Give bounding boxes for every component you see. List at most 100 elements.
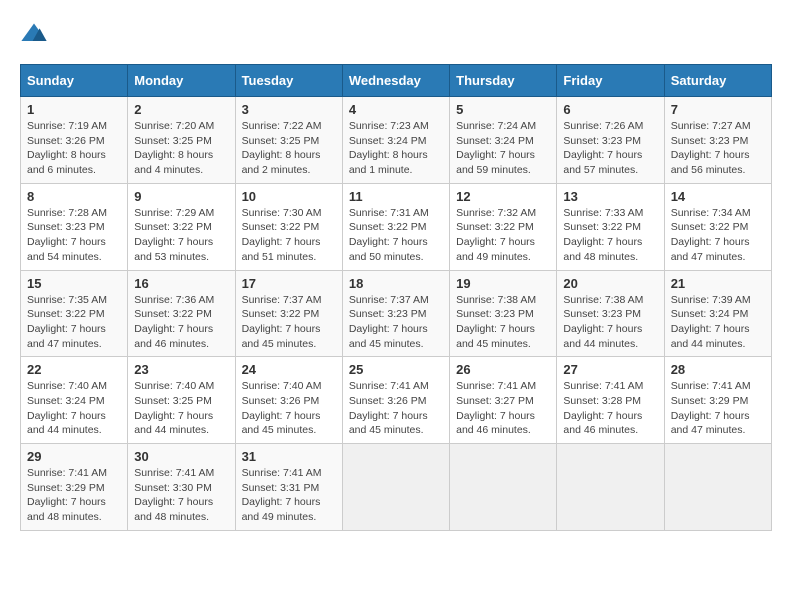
calendar-week-3: 15 Sunrise: 7:35 AM Sunset: 3:22 PM Dayli… (21, 270, 772, 357)
calendar-header-monday: Monday (128, 65, 235, 97)
calendar-cell: 21Sunrise: 7:39 AM Sunset: 3:24 PM Dayli… (664, 270, 771, 357)
calendar-header-thursday: Thursday (450, 65, 557, 97)
calendar-cell: 8 Sunrise: 7:28 AM Sunset: 3:23 PM Daylig… (21, 183, 128, 270)
day-number: 14 (671, 189, 765, 204)
day-number: 5 (456, 102, 550, 117)
calendar-cell: 15 Sunrise: 7:35 AM Sunset: 3:22 PM Dayli… (21, 270, 128, 357)
calendar-week-2: 8 Sunrise: 7:28 AM Sunset: 3:23 PM Daylig… (21, 183, 772, 270)
day-number: 12 (456, 189, 550, 204)
day-number: 7 (671, 102, 765, 117)
calendar-cell: 30Sunrise: 7:41 AM Sunset: 3:30 PM Dayli… (128, 444, 235, 531)
calendar-cell: 29Sunrise: 7:41 AM Sunset: 3:29 PM Dayli… (21, 444, 128, 531)
day-number: 29 (27, 449, 121, 464)
day-number: 9 (134, 189, 228, 204)
day-number: 3 (242, 102, 336, 117)
calendar-cell: 13 Sunrise: 7:33 AM Sunset: 3:22 PM Dayli… (557, 183, 664, 270)
calendar-body: 1 Sunrise: 7:19 AM Sunset: 3:26 PM Daylig… (21, 97, 772, 531)
calendar-cell: 28 Sunrise: 7:41 AM Sunset: 3:29 PM Dayli… (664, 357, 771, 444)
day-info: Sunrise: 7:41 AM Sunset: 3:29 PM Dayligh… (671, 379, 765, 438)
day-info: Sunrise: 7:41 AM Sunset: 3:26 PM Dayligh… (349, 379, 443, 438)
day-number: 15 (27, 276, 121, 291)
calendar-cell (342, 444, 449, 531)
day-info: Sunrise: 7:40 AM Sunset: 3:26 PM Dayligh… (242, 379, 336, 438)
day-number: 20 (563, 276, 657, 291)
day-number: 16 (134, 276, 228, 291)
day-number: 4 (349, 102, 443, 117)
day-info: Sunrise: 7:19 AM Sunset: 3:26 PM Dayligh… (27, 119, 121, 178)
calendar-header-tuesday: Tuesday (235, 65, 342, 97)
calendar-cell (450, 444, 557, 531)
calendar-week-5: 29Sunrise: 7:41 AM Sunset: 3:29 PM Dayli… (21, 444, 772, 531)
day-info: Sunrise: 7:31 AM Sunset: 3:22 PM Dayligh… (349, 206, 443, 265)
day-number: 8 (27, 189, 121, 204)
day-number: 13 (563, 189, 657, 204)
day-number: 25 (349, 362, 443, 377)
day-number: 28 (671, 362, 765, 377)
day-number: 23 (134, 362, 228, 377)
calendar-header-row: SundayMondayTuesdayWednesdayThursdayFrid… (21, 65, 772, 97)
calendar-header-sunday: Sunday (21, 65, 128, 97)
day-info: Sunrise: 7:37 AM Sunset: 3:23 PM Dayligh… (349, 293, 443, 352)
calendar-header-friday: Friday (557, 65, 664, 97)
day-number: 22 (27, 362, 121, 377)
day-info: Sunrise: 7:41 AM Sunset: 3:31 PM Dayligh… (242, 466, 336, 525)
calendar-cell: 23 Sunrise: 7:40 AM Sunset: 3:25 PM Dayli… (128, 357, 235, 444)
calendar-cell: 22 Sunrise: 7:40 AM Sunset: 3:24 PM Dayli… (21, 357, 128, 444)
calendar-cell: 11 Sunrise: 7:31 AM Sunset: 3:22 PM Dayli… (342, 183, 449, 270)
day-info: Sunrise: 7:22 AM Sunset: 3:25 PM Dayligh… (242, 119, 336, 178)
calendar-cell: 3 Sunrise: 7:22 AM Sunset: 3:25 PM Daylig… (235, 97, 342, 184)
day-info: Sunrise: 7:28 AM Sunset: 3:23 PM Dayligh… (27, 206, 121, 265)
day-info: Sunrise: 7:35 AM Sunset: 3:22 PM Dayligh… (27, 293, 121, 352)
day-info: Sunrise: 7:38 AM Sunset: 3:23 PM Dayligh… (563, 293, 657, 352)
calendar-cell: 14Sunrise: 7:34 AM Sunset: 3:22 PM Dayli… (664, 183, 771, 270)
calendar-cell: 24Sunrise: 7:40 AM Sunset: 3:26 PM Dayli… (235, 357, 342, 444)
calendar-cell: 5 Sunrise: 7:24 AM Sunset: 3:24 PM Daylig… (450, 97, 557, 184)
calendar-cell: 27 Sunrise: 7:41 AM Sunset: 3:28 PM Dayli… (557, 357, 664, 444)
calendar-cell: 6 Sunrise: 7:26 AM Sunset: 3:23 PM Daylig… (557, 97, 664, 184)
calendar-week-1: 1 Sunrise: 7:19 AM Sunset: 3:26 PM Daylig… (21, 97, 772, 184)
calendar-cell: 4 Sunrise: 7:23 AM Sunset: 3:24 PM Daylig… (342, 97, 449, 184)
day-number: 18 (349, 276, 443, 291)
calendar-cell: 31 Sunrise: 7:41 AM Sunset: 3:31 PM Dayli… (235, 444, 342, 531)
calendar-cell: 2 Sunrise: 7:20 AM Sunset: 3:25 PM Daylig… (128, 97, 235, 184)
calendar-cell: 19 Sunrise: 7:38 AM Sunset: 3:23 PM Dayli… (450, 270, 557, 357)
day-info: Sunrise: 7:24 AM Sunset: 3:24 PM Dayligh… (456, 119, 550, 178)
day-info: Sunrise: 7:33 AM Sunset: 3:22 PM Dayligh… (563, 206, 657, 265)
day-info: Sunrise: 7:23 AM Sunset: 3:24 PM Dayligh… (349, 119, 443, 178)
day-number: 10 (242, 189, 336, 204)
day-info: Sunrise: 7:26 AM Sunset: 3:23 PM Dayligh… (563, 119, 657, 178)
calendar-week-4: 22 Sunrise: 7:40 AM Sunset: 3:24 PM Dayli… (21, 357, 772, 444)
day-info: Sunrise: 7:41 AM Sunset: 3:28 PM Dayligh… (563, 379, 657, 438)
day-info: Sunrise: 7:27 AM Sunset: 3:23 PM Dayligh… (671, 119, 765, 178)
logo (20, 20, 52, 48)
day-info: Sunrise: 7:40 AM Sunset: 3:24 PM Dayligh… (27, 379, 121, 438)
calendar-cell: 12Sunrise: 7:32 AM Sunset: 3:22 PM Dayli… (450, 183, 557, 270)
calendar-header-wednesday: Wednesday (342, 65, 449, 97)
day-number: 31 (242, 449, 336, 464)
day-number: 2 (134, 102, 228, 117)
calendar-cell: 9Sunrise: 7:29 AM Sunset: 3:22 PM Daylig… (128, 183, 235, 270)
calendar-table: SundayMondayTuesdayWednesdayThursdayFrid… (20, 64, 772, 531)
calendar-cell: 10 Sunrise: 7:30 AM Sunset: 3:22 PM Dayli… (235, 183, 342, 270)
day-number: 27 (563, 362, 657, 377)
calendar-cell (664, 444, 771, 531)
day-info: Sunrise: 7:40 AM Sunset: 3:25 PM Dayligh… (134, 379, 228, 438)
calendar-cell: 1 Sunrise: 7:19 AM Sunset: 3:26 PM Daylig… (21, 97, 128, 184)
calendar-header-saturday: Saturday (664, 65, 771, 97)
day-number: 6 (563, 102, 657, 117)
day-number: 1 (27, 102, 121, 117)
day-info: Sunrise: 7:41 AM Sunset: 3:30 PM Dayligh… (134, 466, 228, 525)
page-header (20, 20, 772, 48)
calendar-cell: 26Sunrise: 7:41 AM Sunset: 3:27 PM Dayli… (450, 357, 557, 444)
day-number: 19 (456, 276, 550, 291)
day-info: Sunrise: 7:41 AM Sunset: 3:27 PM Dayligh… (456, 379, 550, 438)
day-info: Sunrise: 7:38 AM Sunset: 3:23 PM Dayligh… (456, 293, 550, 352)
day-info: Sunrise: 7:30 AM Sunset: 3:22 PM Dayligh… (242, 206, 336, 265)
calendar-cell: 17Sunrise: 7:37 AM Sunset: 3:22 PM Dayli… (235, 270, 342, 357)
day-info: Sunrise: 7:20 AM Sunset: 3:25 PM Dayligh… (134, 119, 228, 178)
calendar-cell (557, 444, 664, 531)
calendar-cell: 7 Sunrise: 7:27 AM Sunset: 3:23 PM Daylig… (664, 97, 771, 184)
calendar-cell: 20 Sunrise: 7:38 AM Sunset: 3:23 PM Dayli… (557, 270, 664, 357)
day-number: 11 (349, 189, 443, 204)
day-info: Sunrise: 7:37 AM Sunset: 3:22 PM Dayligh… (242, 293, 336, 352)
